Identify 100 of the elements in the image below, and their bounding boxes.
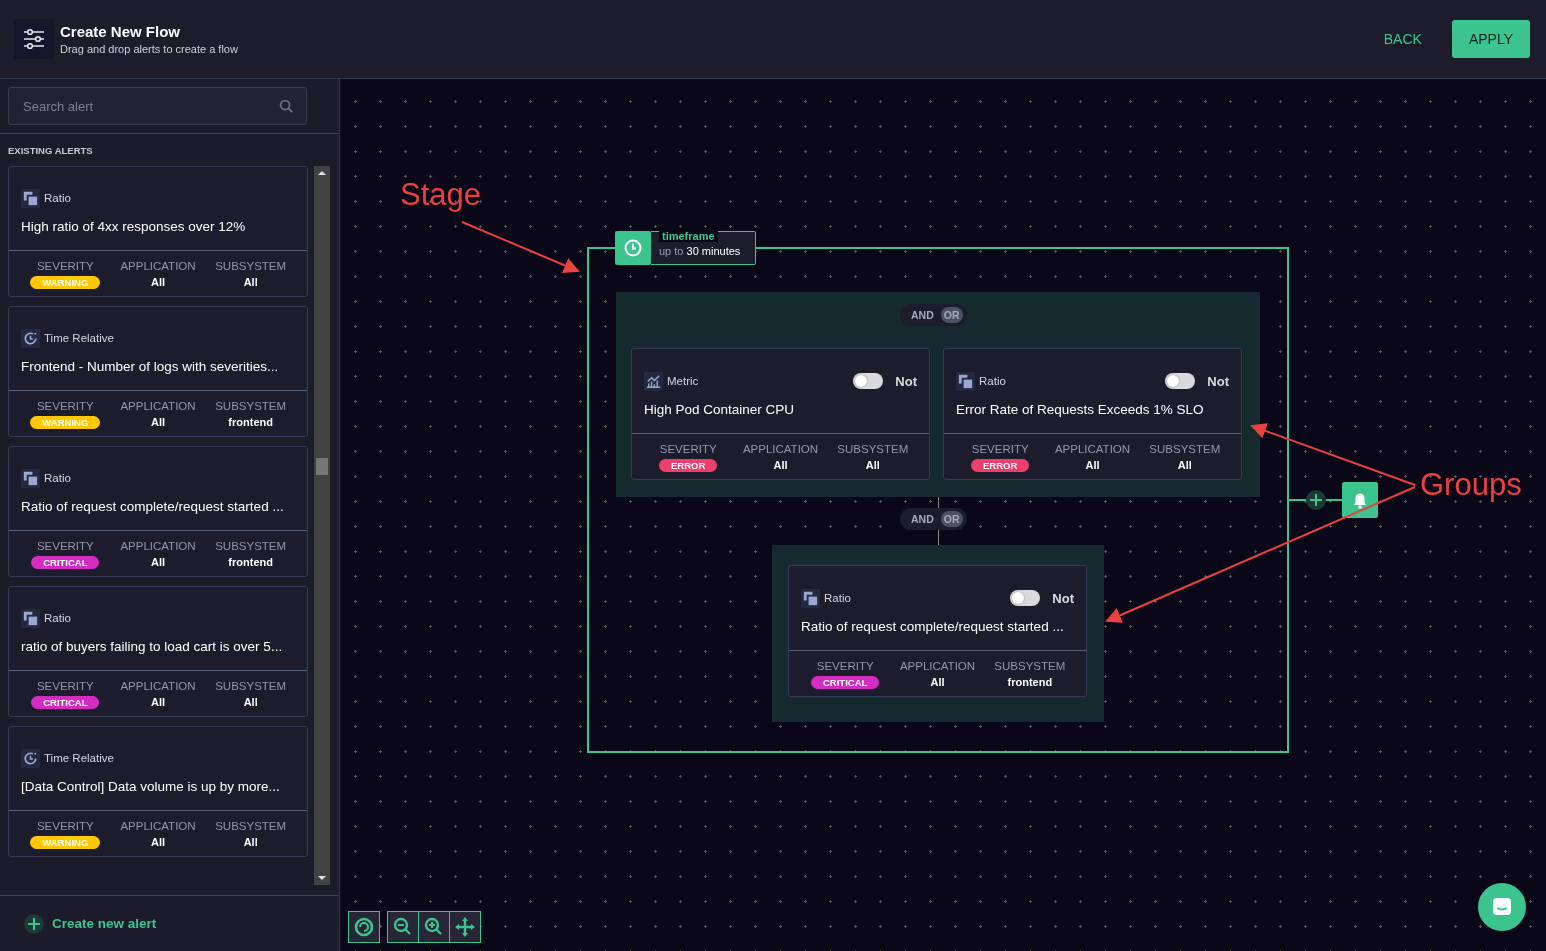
column-label: APPLICATION xyxy=(120,400,196,412)
subsystem-value: frontend xyxy=(1007,676,1053,689)
alert-card[interactable]: Ratio Not Ratio of request complete/request started ... SEVERITY APPLICATION SUBSYSTEM CRITICAL All frontend xyxy=(788,565,1087,697)
not-label: Not xyxy=(1052,590,1074,606)
squares-icon xyxy=(21,608,40,628)
not-label: Not xyxy=(1207,373,1229,389)
severity-badge: CRITICAL xyxy=(811,676,880,689)
column-label: SEVERITY xyxy=(659,443,717,455)
alert-title: Frontend - Number of logs with severities... xyxy=(21,358,280,376)
alert-type: Ratio xyxy=(44,472,71,484)
operator-option[interactable]: AND xyxy=(908,307,937,323)
column-label: APPLICATION xyxy=(742,443,819,455)
column-label: SUBSYSTEM xyxy=(215,400,287,412)
column-label: SUBSYSTEM xyxy=(837,443,909,455)
plus-icon[interactable] xyxy=(1306,490,1326,510)
subsystem-value: All xyxy=(243,276,258,289)
alert-type: Ratio xyxy=(44,612,71,624)
application-value: All xyxy=(773,459,788,472)
alert-card[interactable]: Time Relative [Data Control] Data volume is up by more... SEVERITY APPLICATION SUBSYSTEM WARNING All All xyxy=(8,726,308,857)
application-value: All xyxy=(150,696,165,709)
alert-type: Ratio xyxy=(979,375,1006,387)
severity-badge: WARNING xyxy=(30,276,101,289)
squares-icon xyxy=(21,468,40,488)
back-button[interactable]: BACK xyxy=(1377,30,1428,48)
alert-type: Time Relative xyxy=(44,332,114,344)
subsystem-value: All xyxy=(1177,459,1192,472)
page-subtitle: Drag and drop alerts to create a flow xyxy=(60,43,238,55)
scrollbar[interactable] xyxy=(314,166,330,885)
alert-type: Time Relative xyxy=(44,752,114,764)
page-title: Create New Flow xyxy=(60,23,182,40)
not-label: Not xyxy=(895,373,917,389)
application-value: All xyxy=(150,556,165,569)
chat-icon[interactable] xyxy=(1478,883,1526,931)
alert-card[interactable]: Metric Not High Pod Container CPU SEVERITY APPLICATION SUBSYSTEM ERROR All All xyxy=(631,348,930,480)
create-alert-button[interactable]: Create new alert xyxy=(24,913,157,934)
alert-title: High Pod Container CPU xyxy=(644,401,796,419)
squares-icon xyxy=(956,371,975,391)
timeframe-prefix: up to xyxy=(659,245,684,257)
operator-option[interactable]: AND xyxy=(908,511,937,527)
column-label: SUBSYSTEM xyxy=(1149,443,1221,455)
subsystem-value: All xyxy=(243,836,258,849)
application-value: All xyxy=(150,836,165,849)
alert-card[interactable]: Ratio High ratio of 4xx responses over 12% SEVERITY APPLICATION SUBSYSTEM WARNING All All xyxy=(8,166,308,297)
zoom-out-icon[interactable] xyxy=(387,911,419,943)
alert-type: Metric xyxy=(667,375,699,387)
column-label: SUBSYSTEM xyxy=(994,660,1066,672)
column-label: APPLICATION xyxy=(120,540,196,552)
application-value: All xyxy=(150,416,165,429)
section-title: EXISTING ALERTS xyxy=(7,144,94,158)
column-label: SEVERITY xyxy=(36,820,94,832)
chart-icon xyxy=(644,371,663,391)
squares-icon xyxy=(801,588,820,608)
column-label: SUBSYSTEM xyxy=(215,540,287,552)
subsystem-value: All xyxy=(865,459,880,472)
alert-title: ratio of buyers failing to load cart is over 5... xyxy=(21,638,284,656)
alert-card[interactable]: Ratio ratio of buyers failing to load cart is over 5... SEVERITY APPLICATION SUBSYSTEM CRITICAL All All xyxy=(8,586,308,717)
squares-icon xyxy=(21,188,40,208)
column-label: APPLICATION xyxy=(120,260,196,272)
column-label: SEVERITY xyxy=(971,443,1029,455)
alert-title: Ratio of request complete/request started ... xyxy=(801,618,1065,636)
column-label: SUBSYSTEM xyxy=(215,680,287,692)
column-label: APPLICATION xyxy=(899,660,976,672)
timeframe-box[interactable]: timeframe up to 30 minutes xyxy=(651,231,757,265)
timeframe-label: timeframe xyxy=(659,230,718,242)
subsystem-value: frontend xyxy=(228,556,273,569)
reset-icon[interactable] xyxy=(348,911,380,943)
plus-icon xyxy=(24,913,44,934)
annotation-label: Groups xyxy=(1420,467,1522,503)
clock-icon xyxy=(21,748,40,768)
zoom-in-icon[interactable] xyxy=(418,911,450,943)
not-toggle[interactable] xyxy=(1010,590,1041,606)
alert-type: Ratio xyxy=(44,192,71,204)
not-toggle[interactable] xyxy=(1165,373,1196,389)
search-field[interactable]: Search alert xyxy=(8,87,307,125)
application-value: All xyxy=(930,676,945,689)
alert-card[interactable]: Time Relative Frontend - Number of logs with severities... SEVERITY APPLICATION SUBSYSTEM WARNING All frontend xyxy=(8,306,308,437)
subsystem-value: frontend xyxy=(228,416,273,429)
column-label: APPLICATION xyxy=(1054,443,1131,455)
subsystem-value: All xyxy=(243,696,258,709)
column-label: APPLICATION xyxy=(120,680,196,692)
move-icon[interactable] xyxy=(449,911,481,943)
severity-badge: CRITICAL xyxy=(31,696,100,709)
column-label: SUBSYSTEM xyxy=(215,260,287,272)
alert-title: Error Rate of Requests Exceeds 1% SLO xyxy=(956,401,1205,419)
severity-badge: WARNING xyxy=(30,416,101,429)
severity-badge: ERROR xyxy=(659,459,718,472)
search-icon xyxy=(279,99,294,114)
not-toggle[interactable] xyxy=(853,373,884,389)
sliders-icon xyxy=(14,19,54,59)
alert-card[interactable]: Ratio Not Error Rate of Requests Exceeds 1% SLO SEVERITY APPLICATION SUBSYSTEM ERROR All All xyxy=(943,348,1242,480)
bell-icon[interactable] xyxy=(1342,482,1378,518)
severity-badge: WARNING xyxy=(30,836,101,849)
alert-card[interactable]: Ratio Ratio of request complete/request started ... SEVERITY APPLICATION SUBSYSTEM CRITICAL All frontend xyxy=(8,446,308,577)
column-label: SEVERITY xyxy=(816,660,874,672)
alert-title: High ratio of 4xx responses over 12% xyxy=(21,218,247,236)
annotation-label: Stage xyxy=(400,177,481,213)
column-label: SEVERITY xyxy=(36,260,94,272)
column-label: SEVERITY xyxy=(36,680,94,692)
clock-icon xyxy=(615,231,651,265)
apply-button[interactable]: APPLY xyxy=(1451,20,1530,58)
